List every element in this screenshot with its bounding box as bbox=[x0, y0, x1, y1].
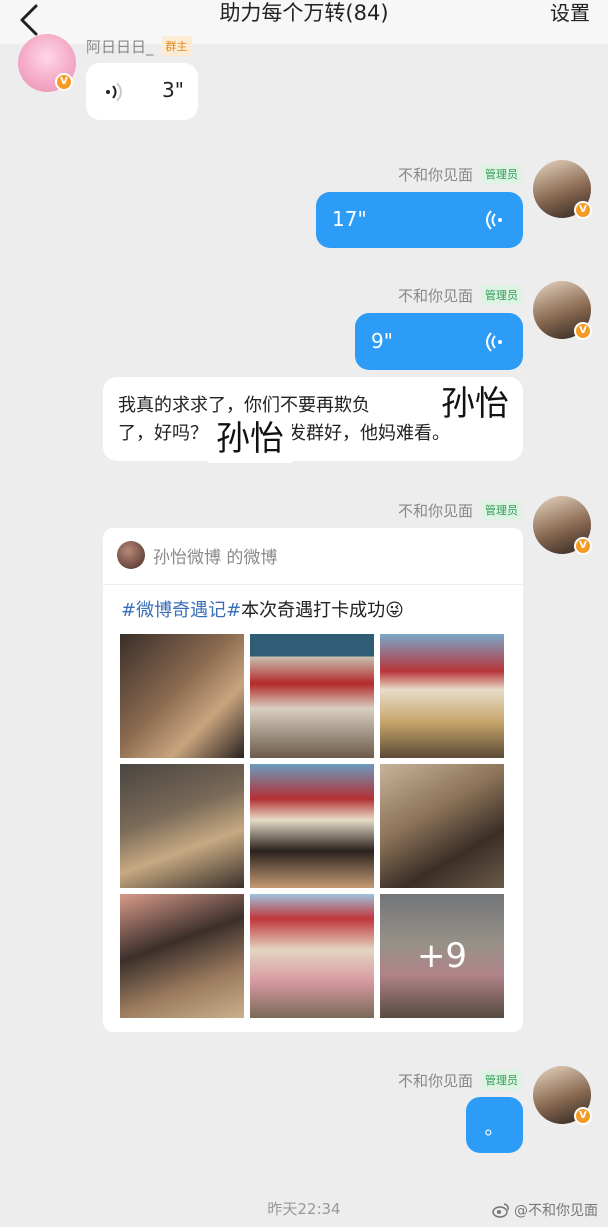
photo-thumbnail[interactable] bbox=[120, 894, 244, 1018]
weibo-share-card[interactable]: 孙怡微博 的微博 #微博奇遇记#本次奇遇打卡成功😜 +9 bbox=[103, 528, 523, 1032]
voice-wave-icon bbox=[486, 210, 502, 230]
verified-badge-icon: V bbox=[55, 73, 73, 91]
weibo-avatar bbox=[117, 541, 145, 569]
sender-name: 阿日日日_ bbox=[86, 37, 154, 56]
photo-thumbnail[interactable] bbox=[250, 764, 374, 888]
sender-name: 不和你见面 bbox=[397, 165, 473, 184]
photo-thumbnail[interactable] bbox=[250, 894, 374, 1018]
sender-name: 不和你见面 bbox=[397, 501, 473, 520]
sticker-label: 孙怡 bbox=[433, 380, 517, 428]
voice-message[interactable]: 17" bbox=[316, 192, 523, 248]
voice-wave-icon bbox=[106, 82, 122, 102]
card-source: 孙怡微博 的微博 bbox=[153, 547, 278, 568]
photo-thumbnail[interactable] bbox=[250, 634, 374, 758]
sender-row: 不和你见面 管理员 bbox=[398, 163, 522, 185]
message-text: 。 bbox=[484, 1115, 505, 1139]
watermark-text: @不和你见面 bbox=[514, 1203, 598, 1219]
verified-badge-icon: V bbox=[574, 201, 592, 219]
admin-badge: 管理员 bbox=[481, 285, 522, 305]
photo-thumbnail[interactable] bbox=[120, 764, 244, 888]
message-text-line: 了，好吗？ bbox=[118, 423, 208, 444]
sender-name: 不和你见面 bbox=[397, 286, 473, 305]
photo-thumbnail[interactable] bbox=[120, 634, 244, 758]
voice-message[interactable]: 9" bbox=[355, 313, 523, 370]
admin-badge: 管理员 bbox=[481, 1070, 522, 1090]
chat-title: 助力每个万转(84) bbox=[219, 1, 389, 25]
card-body-text: 本次奇遇打卡成功 bbox=[241, 600, 386, 621]
voice-wave-icon bbox=[486, 332, 502, 352]
photo-thumbnail[interactable]: +9 bbox=[380, 894, 504, 1018]
photo-thumbnail[interactable] bbox=[380, 634, 504, 758]
voice-duration: 17" bbox=[332, 207, 367, 231]
more-photos-count[interactable]: +9 bbox=[380, 894, 504, 1018]
owner-badge: 群主 bbox=[161, 36, 192, 56]
card-text: #微博奇遇记#本次奇遇打卡成功😜 bbox=[121, 596, 404, 622]
sender-row: 不和你见面 管理员 bbox=[398, 284, 522, 306]
admin-badge: 管理员 bbox=[481, 164, 522, 184]
verified-badge-icon: V bbox=[574, 537, 592, 555]
verified-badge-icon: V bbox=[574, 1107, 592, 1125]
sticker-label: 孙怡 bbox=[208, 415, 292, 463]
settings-button[interactable]: 设置 bbox=[550, 0, 590, 26]
emoji: 😜 bbox=[385, 600, 404, 621]
weibo-logo-icon bbox=[492, 1203, 509, 1218]
verified-badge-icon: V bbox=[574, 322, 592, 340]
sender-row: 不和你见面 管理员 bbox=[398, 1069, 522, 1091]
sender-name: 不和你见面 bbox=[397, 1071, 473, 1090]
voice-message[interactable]: 3" bbox=[86, 63, 198, 120]
divider bbox=[103, 584, 523, 585]
sender-row: 不和你见面 管理员 bbox=[398, 499, 522, 521]
voice-duration: 9" bbox=[371, 329, 393, 353]
voice-duration: 3" bbox=[162, 78, 184, 102]
watermark: @不和你见面 bbox=[492, 1200, 598, 1220]
photo-thumbnail[interactable] bbox=[380, 764, 504, 888]
hashtag[interactable]: #微博奇遇记# bbox=[121, 600, 241, 621]
text-message[interactable]: 。 bbox=[466, 1097, 523, 1153]
card-header: 孙怡微博 的微博 bbox=[117, 540, 277, 570]
admin-badge: 管理员 bbox=[481, 500, 522, 520]
message-text-line: 转发群好，他妈难看。 bbox=[270, 423, 450, 444]
